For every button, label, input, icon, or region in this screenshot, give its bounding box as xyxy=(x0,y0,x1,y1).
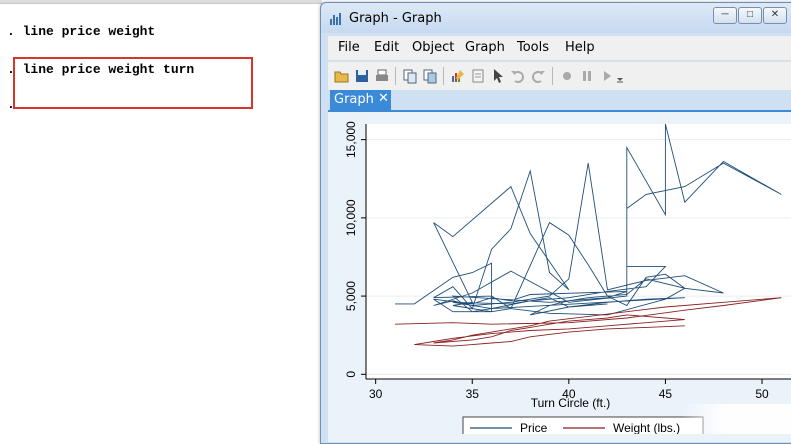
y-tick-label: 15,000 xyxy=(344,121,358,158)
x-tick-label: 30 xyxy=(369,387,383,401)
screen-fade xyxy=(681,404,791,434)
x-tick-label: 50 xyxy=(755,387,769,401)
y-tick-label: 5,000 xyxy=(344,281,358,311)
y-tick-label: 10,000 xyxy=(344,199,358,236)
y-tick-label: 0 xyxy=(344,371,358,378)
legend-price-label: Price xyxy=(520,421,548,434)
x-axis-label: Turn Circle (ft.) xyxy=(531,396,611,410)
legend-weight-label: Weight (lbs.) xyxy=(613,421,680,434)
x-tick-label: 45 xyxy=(659,387,673,401)
line-chart: 05,00010,00015,00030 35 40 45 50Turn Circle … xyxy=(330,114,791,434)
plot-region xyxy=(366,124,791,379)
x-tick-label: 35 xyxy=(466,387,480,401)
